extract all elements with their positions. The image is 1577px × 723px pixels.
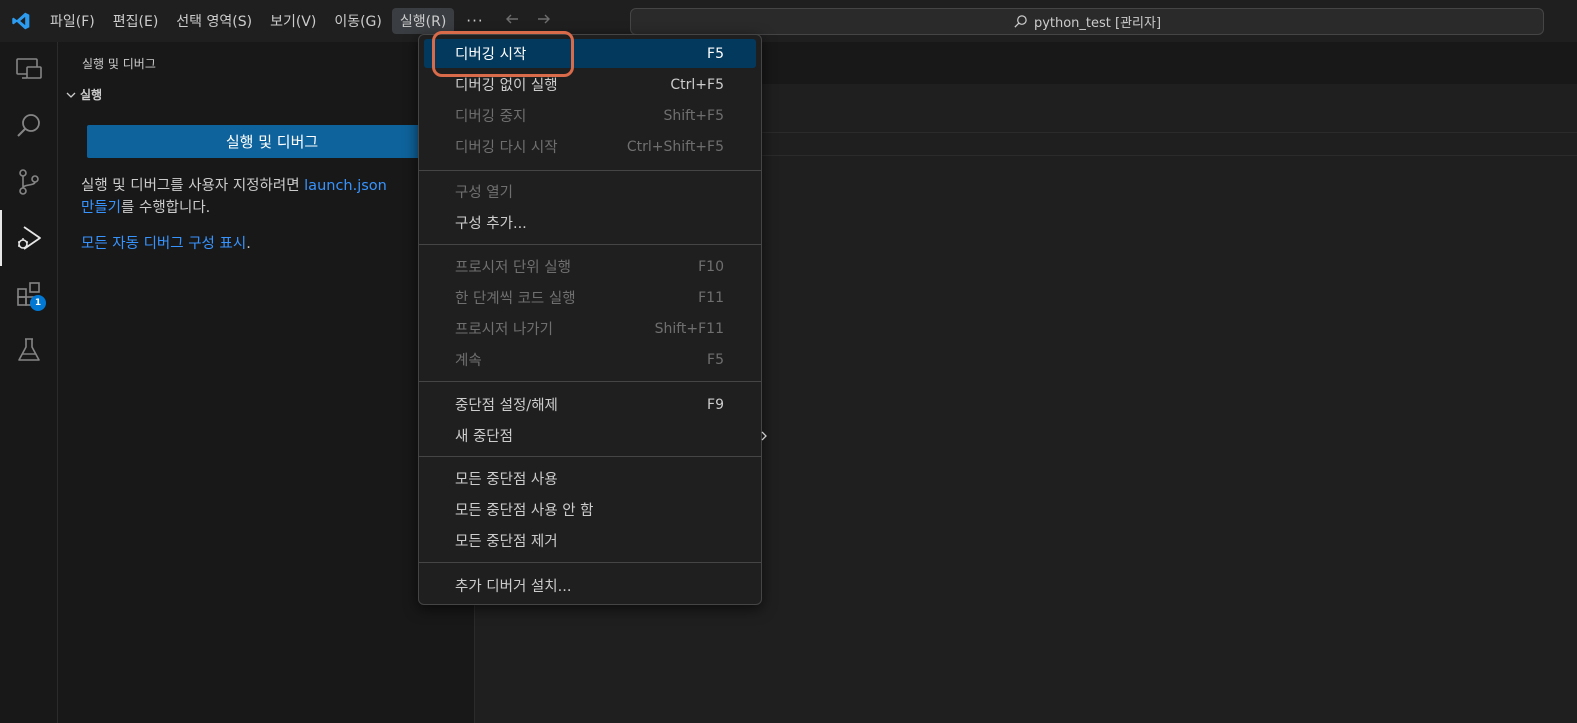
run-debug-icon[interactable] [0,210,58,266]
menu-item-label: 추가 디버거 설치... [455,579,572,595]
menu-new-breakpoint[interactable]: 새 중단점 [424,421,767,450]
menu-disable-all-breakpoints[interactable]: 모든 중단점 사용 안 함 [424,495,756,524]
chevron-right-icon [758,430,770,442]
launch-json-link[interactable]: launch.json [304,178,387,194]
forward-arrow-icon[interactable] [532,11,556,32]
menu-separator [419,170,761,171]
run-menu-dropdown: 디버깅 시작 F5 디버깅 없이 실행 Ctrl+F5 디버깅 중지 Shift… [418,34,767,605]
menu-item-label: 모든 중단점 사용 [455,472,558,488]
menu-item-label: 계속 [455,353,482,369]
menu-item-shortcut: Shift+F5 [663,107,724,124]
show-all-debug-configs: 모든 자동 디버그 구성 표시. [81,232,251,253]
run-debug-sidebar: 실행 및 디버그 실행 실행 및 디버그 실행 및 디버그를 사용자 지정하려면… [58,42,475,723]
title-bar: 파일(F) 편집(E) 선택 영역(S) 보기(V) 이동(G) 실행(R) ·… [0,0,1577,42]
menu-item-label: 구성 열기 [455,185,513,201]
menu-item-label: 새 중단점 [455,429,513,445]
menu-item-shortcut: F11 [698,289,724,306]
menu-item-label: 디버깅 시작 [455,47,527,63]
launch-json-help: 실행 및 디버그를 사용자 지정하려면 launch.json 만들기를 수행합… [81,175,461,219]
menu-continue: 계속 F5 [424,345,756,374]
more-menus-button[interactable]: ··· [458,10,491,32]
menu-edit[interactable]: 편집(E) [105,8,167,34]
run-section-header[interactable]: 실행 [62,86,102,103]
menu-separator [419,244,761,245]
menu-item-label: 모든 중단점 제거 [455,534,558,550]
menu-item-label: 디버깅 없이 실행 [455,78,558,94]
menu-separator [419,381,761,382]
menu-item-label: 프로시저 단위 실행 [455,260,571,276]
menu-view[interactable]: 보기(V) [262,8,324,34]
activity-bar: 1 [0,42,58,723]
menu-run-without-debugging[interactable]: 디버깅 없이 실행 Ctrl+F5 [424,70,756,99]
menu-add-configuration[interactable]: 구성 추가... [424,208,756,237]
menu-stop-debugging: 디버깅 중지 Shift+F5 [424,101,756,130]
source-control-icon[interactable] [0,154,58,210]
back-arrow-icon[interactable] [500,11,524,32]
menu-separator [419,562,761,563]
create-link[interactable]: 만들기 [81,200,121,216]
command-center-search[interactable]: python_test [관리자] [630,8,1544,35]
menu-item-shortcut: Ctrl+F5 [670,76,724,93]
menu-item-label: 한 단계씩 코드 실행 [455,291,576,307]
chevron-down-icon [62,89,80,101]
search-icon [1013,14,1028,29]
vscode-logo-icon [0,0,42,42]
menu-item-label: 디버깅 중지 [455,109,527,125]
menu-step-into: 한 단계씩 코드 실행 F11 [424,283,756,312]
menu-item-shortcut: F9 [707,396,724,413]
menu-item-shortcut: Shift+F11 [654,320,724,337]
command-center-label: python_test [관리자] [1033,16,1162,31]
menu-enable-all-breakpoints[interactable]: 모든 중단점 사용 [424,464,756,493]
menu-remove-all-breakpoints[interactable]: 모든 중단점 제거 [424,526,756,555]
menu-run[interactable]: 실행(R) [391,8,455,34]
sidebar-title: 실행 및 디버그 [82,57,156,71]
menu-item-label: 모든 중단점 사용 안 함 [455,503,594,519]
menu-item-shortcut: Ctrl+Shift+F5 [626,138,724,155]
menu-item-label: 프로시저 나가기 [455,322,553,338]
remote-explorer-icon[interactable] [0,42,58,98]
menu-selection[interactable]: 선택 영역(S) [168,8,260,34]
menu-item-label: 중단점 설정/해제 [455,398,558,414]
run-and-debug-button[interactable]: 실행 및 디버그 [87,125,457,158]
extensions-badge: 1 [30,295,46,311]
help-text-suffix: 를 수행합니다. [121,200,211,216]
menu-restart-debugging: 디버깅 다시 시작 Ctrl+Shift+F5 [424,132,756,161]
menu-toggle-breakpoint[interactable]: 중단점 설정/해제 F9 [424,390,756,419]
menu-item-shortcut: F5 [707,351,724,368]
menu-item-shortcut: F5 [707,45,724,62]
menu-step-over: 프로시저 단위 실행 F10 [424,252,756,281]
menu-separator [419,456,761,457]
menu-item-label: 디버깅 다시 시작 [455,140,558,156]
extensions-icon[interactable]: 1 [0,266,58,322]
menu-step-out: 프로시저 나가기 Shift+F11 [424,314,756,343]
show-all-suffix: . [246,236,251,252]
search-icon[interactable] [0,98,58,154]
menu-go[interactable]: 이동(G) [326,8,390,34]
help-text-prefix: 실행 및 디버그를 사용자 지정하려면 [81,178,305,194]
run-section-label: 실행 [80,88,103,102]
testing-icon[interactable] [0,322,58,378]
menu-item-shortcut: F10 [698,258,724,275]
show-all-configs-link[interactable]: 모든 자동 디버그 구성 표시 [81,236,246,252]
menu-start-debugging[interactable]: 디버깅 시작 F5 [424,39,756,68]
menu-file[interactable]: 파일(F) [42,8,103,34]
menu-open-configurations: 구성 열기 [424,177,756,206]
menu-item-label: 구성 추가... [455,216,527,232]
menu-install-additional-debuggers[interactable]: 추가 디버거 설치... [424,571,756,600]
